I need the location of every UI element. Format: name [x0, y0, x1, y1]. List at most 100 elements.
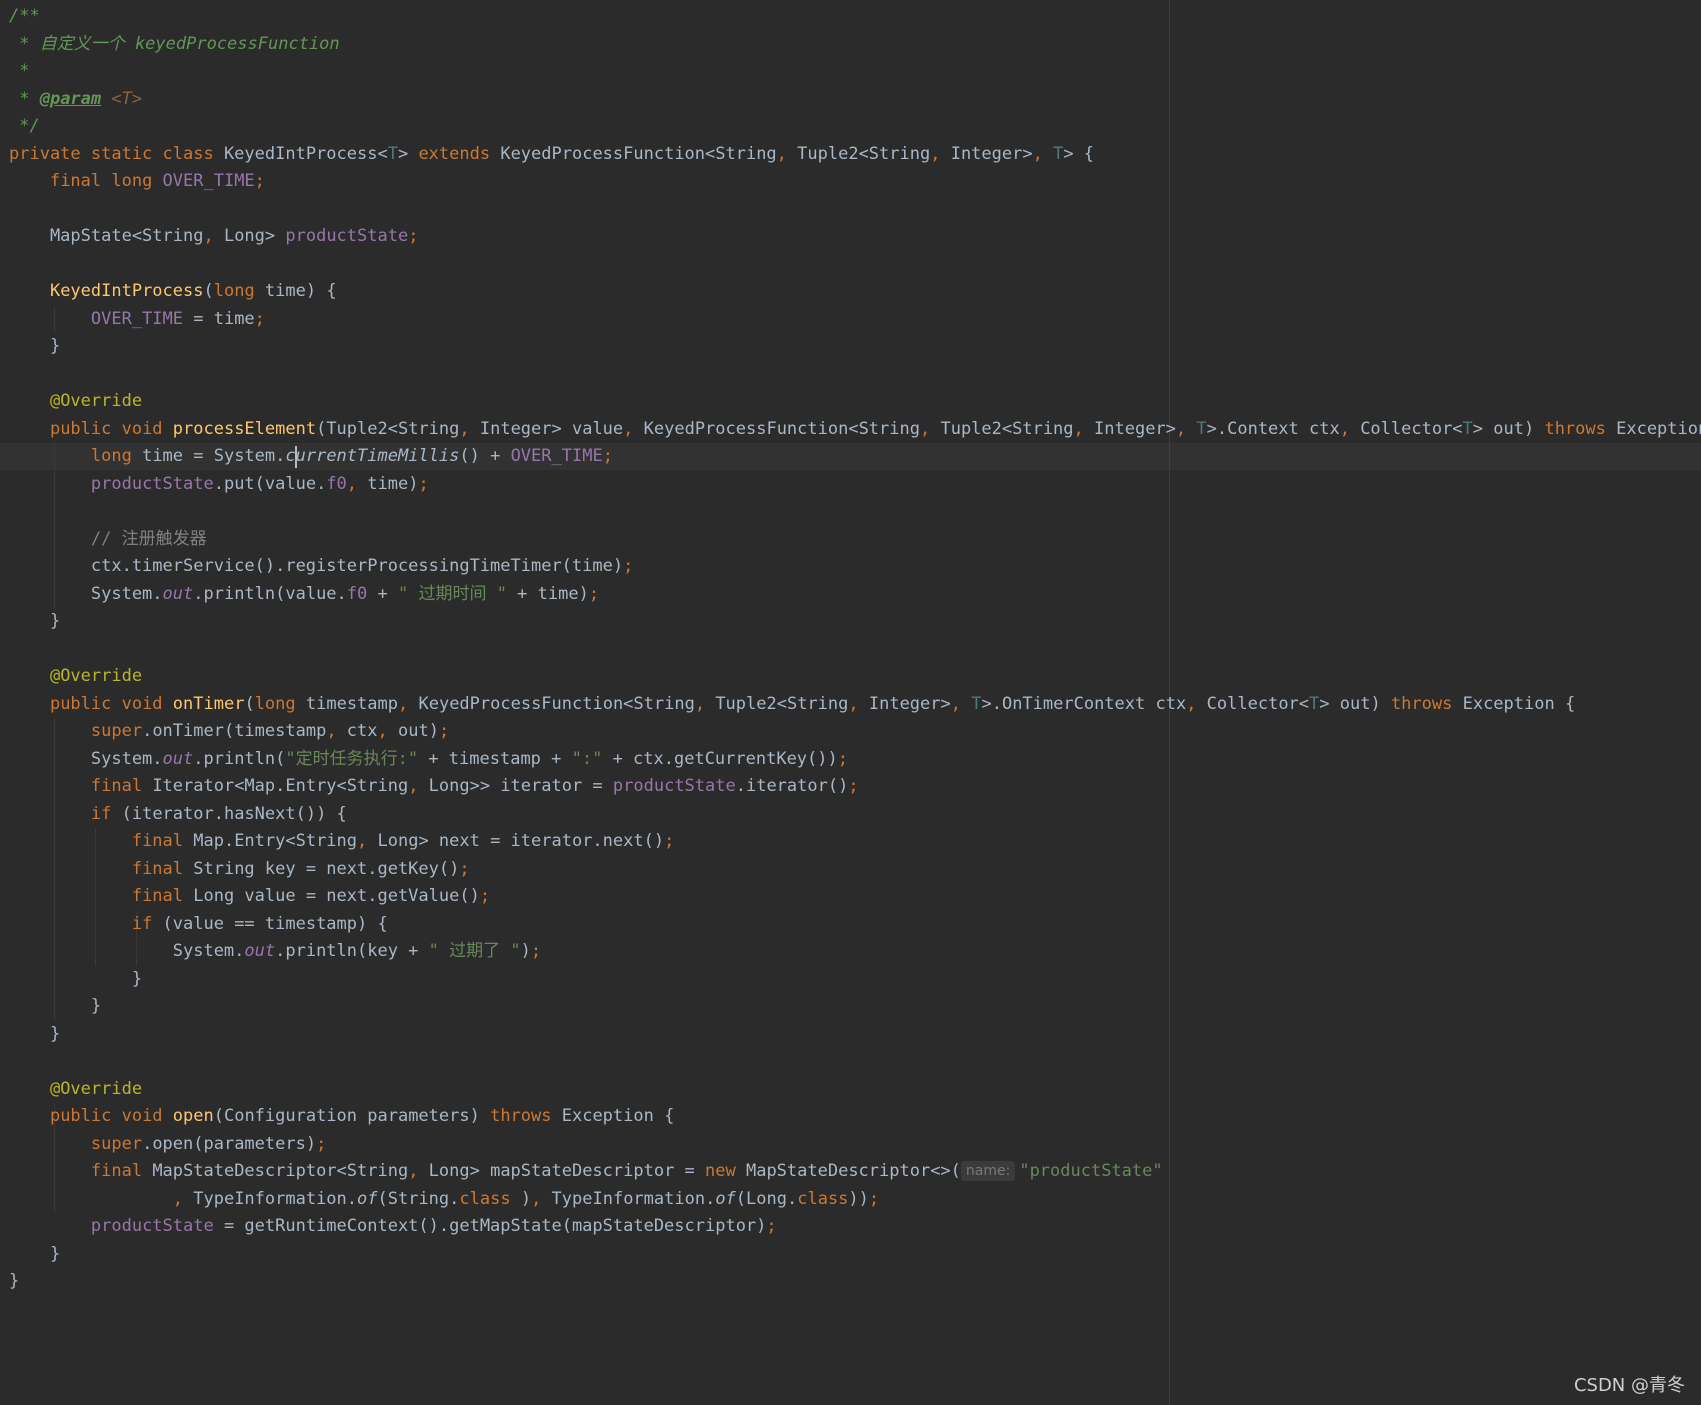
code-token: ctx: [346, 721, 378, 741]
code-line[interactable]: /**: [9, 3, 40, 31]
code-line[interactable]: @Override: [9, 1076, 142, 1104]
code-line[interactable]: }: [9, 608, 60, 636]
code-token: ,: [203, 226, 224, 246]
code-editor[interactable]: /** * 自定义一个 keyedProcessFunction * * @pa…: [0, 0, 1701, 1405]
code-token: (String.: [377, 1188, 460, 1209]
code-token: ): [510, 1188, 532, 1209]
code-line[interactable]: ctx.timerService().registerProcessingTim…: [9, 553, 633, 581]
code-line[interactable]: public void processElement(Tuple2<String…: [9, 416, 1701, 444]
code-token: // 注册触发器: [90, 528, 207, 549]
code-line[interactable]: , TypeInformation.of(String.class ), Typ…: [9, 1186, 879, 1214]
code-line[interactable]: *: [9, 58, 29, 86]
code-token: ,: [377, 721, 398, 741]
code-line[interactable]: productState.put(value.f0, time);: [9, 471, 429, 499]
code-token: ;: [664, 831, 675, 851]
code-token: ;: [602, 446, 613, 466]
code-line[interactable]: public void open(Configuration parameter…: [9, 1103, 674, 1131]
code-line[interactable]: final Iterator<Map.Entry<String, Long>> …: [9, 773, 859, 801]
code-token: ,: [459, 418, 480, 439]
code-token: ,: [346, 473, 368, 494]
code-token: productState: [90, 1216, 224, 1236]
code-token: = getRuntimeContext().getMapState(mapSta…: [223, 1216, 767, 1236]
code-token: class: [797, 1188, 849, 1209]
code-line[interactable]: MapState<String, Long> productState;: [9, 223, 419, 251]
code-token: (Configuration parameters): [213, 1106, 491, 1126]
code-token: throws: [1544, 418, 1617, 439]
code-line[interactable]: final Map.Entry<String, Long> next = ite…: [9, 828, 675, 856]
code-line[interactable]: long time = System.currentTimeMillis() +…: [9, 443, 613, 471]
code-token: System.: [9, 941, 245, 961]
code-token: KeyedIntProcess<: [223, 143, 388, 164]
code-token: = time: [193, 308, 255, 329]
code-token: >.OnTimerContext ctx: [981, 693, 1187, 714]
code-line[interactable]: }: [9, 1241, 60, 1269]
code-token: Long> next = iterator.next(): [377, 831, 665, 851]
code-token: Exception {: [561, 1106, 675, 1126]
code-line[interactable]: * 自定义一个 keyedProcessFunction: [9, 31, 340, 59]
code-line[interactable]: // 注册触发器: [9, 526, 207, 554]
code-line[interactable]: final long OVER_TIME;: [9, 168, 265, 196]
code-token: public void: [49, 1106, 173, 1126]
code-token: new: [705, 1161, 746, 1181]
code-line[interactable]: * @param <T>: [9, 86, 142, 114]
code-line[interactable]: @Override: [9, 663, 142, 691]
code-line[interactable]: final MapStateDescriptor<String, Long> m…: [9, 1158, 1163, 1186]
code-token: .iterator(): [735, 776, 849, 796]
code-line[interactable]: super.open(parameters);: [9, 1131, 326, 1159]
code-line[interactable]: private static class KeyedIntProcess<T> …: [9, 141, 1094, 169]
code-line[interactable]: final Long value = next.getValue();: [9, 883, 490, 911]
code-line[interactable]: super.onTimer(timestamp, ctx, out);: [9, 718, 449, 746]
code-token: OVER_TIME: [510, 446, 603, 466]
code-token: +: [367, 583, 398, 604]
code-token: ,: [408, 1161, 429, 1181]
code-line[interactable]: System.out.println(value.f0 + " 过期时间 " +…: [9, 581, 599, 609]
code-line[interactable]: */: [9, 113, 40, 141]
code-line[interactable]: }: [9, 993, 101, 1021]
code-line[interactable]: }: [9, 1268, 19, 1296]
code-token: ;: [588, 583, 600, 604]
code-token: * 自定义一个 keyedProcessFunction: [9, 33, 340, 54]
code-token: + ctx.getCurrentKey()): [602, 748, 838, 769]
code-line[interactable]: if (iterator.hasNext()) {: [9, 801, 347, 829]
code-token: System.: [9, 583, 163, 604]
code-line[interactable]: OVER_TIME = time;: [9, 306, 265, 334]
code-token: open: [172, 1106, 214, 1126]
code-token: /**: [9, 6, 40, 26]
code-line[interactable]: }: [9, 1021, 60, 1049]
code-line[interactable]: if (value == timestamp) {: [9, 911, 388, 939]
code-token: ,: [848, 693, 869, 714]
code-token: "productState": [1019, 1161, 1163, 1181]
code-line[interactable]: productState = getRuntimeContext().getMa…: [9, 1213, 777, 1241]
code-line[interactable]: final String key = next.getKey();: [9, 856, 470, 884]
code-token: time): [367, 473, 419, 494]
code-token: (Tuple2<String: [316, 418, 460, 439]
code-token: */: [9, 116, 40, 136]
code-token: Long> mapStateDescriptor =: [428, 1161, 706, 1181]
code-line[interactable]: }: [9, 333, 60, 361]
code-token: throws: [1390, 693, 1463, 714]
code-line[interactable]: }: [9, 966, 142, 994]
code-token: String key = next.getKey(): [193, 858, 460, 879]
code-token: T: [1053, 143, 1064, 164]
code-token: System.: [9, 748, 163, 769]
code-token: *: [9, 61, 30, 81]
code-token: ;: [530, 941, 542, 961]
code-token: out): [398, 721, 439, 741]
code-token: ,: [950, 693, 972, 714]
code-line[interactable]: KeyedIntProcess(long time) {: [9, 278, 337, 306]
code-line[interactable]: System.out.println("定时任务执行:" + timestamp…: [9, 746, 848, 774]
code-token: ;: [254, 308, 265, 329]
code-line[interactable]: @Override: [9, 388, 142, 416]
code-line[interactable]: public void onTimer(long timestamp, Keye…: [9, 691, 1575, 719]
code-token: (value == timestamp) {: [162, 913, 388, 934]
code-line[interactable]: System.out.println(key + " 过期了 ");: [9, 938, 541, 966]
